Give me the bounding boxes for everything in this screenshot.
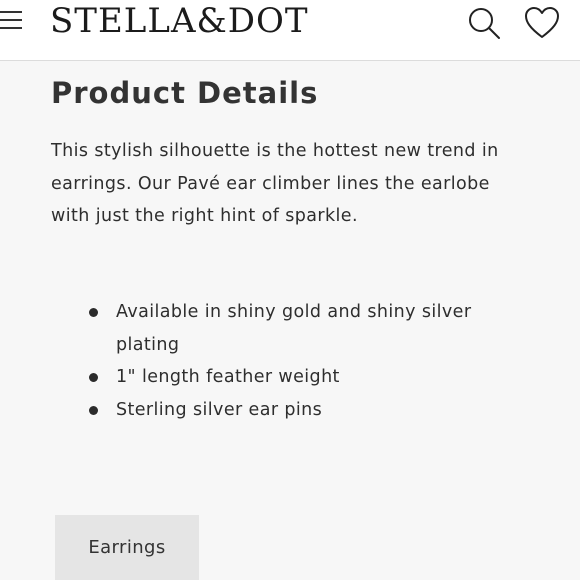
bullet-icon: [89, 308, 98, 317]
section-title: Product Details: [51, 76, 319, 110]
wishlist-button[interactable]: [524, 6, 560, 40]
search-icon: [469, 8, 500, 39]
description-line: This stylish silhouette is the hottest n…: [51, 141, 499, 161]
bullet-icon: [89, 373, 98, 382]
feature-item: 1" length feather weight: [85, 361, 471, 394]
bullet-icon: [89, 405, 98, 415]
brand-logo[interactable]: STELLA&DOT: [50, 0, 309, 42]
feature-item: Sterling silver ear pins: [85, 394, 471, 427]
description-line: with just the right hint of sparkle.: [51, 206, 358, 226]
site-header: STELLA&DOT: [0, 0, 580, 61]
heart-icon: [525, 7, 559, 38]
feature-text: Sterling silver ear pins: [116, 399, 323, 420]
search-button[interactable]: [466, 5, 502, 41]
description-line: earrings. Our Pavé ear climber lines the…: [51, 173, 490, 194]
feature-list: Available in shiny gold and shiny silver…: [85, 296, 471, 426]
feature-text: Available in shiny gold and shiny silver: [116, 302, 472, 322]
feature-text: plating: [116, 334, 180, 355]
feature-text: 1" length feather weight: [116, 367, 340, 387]
hamburger-menu-icon[interactable]: [0, 8, 24, 34]
product-description: This stylish silhouette is the hottest n…: [51, 135, 551, 233]
category-tag-button[interactable]: Earrings: [55, 515, 199, 580]
feature-item: Available in shiny gold and shiny silver…: [85, 296, 471, 361]
